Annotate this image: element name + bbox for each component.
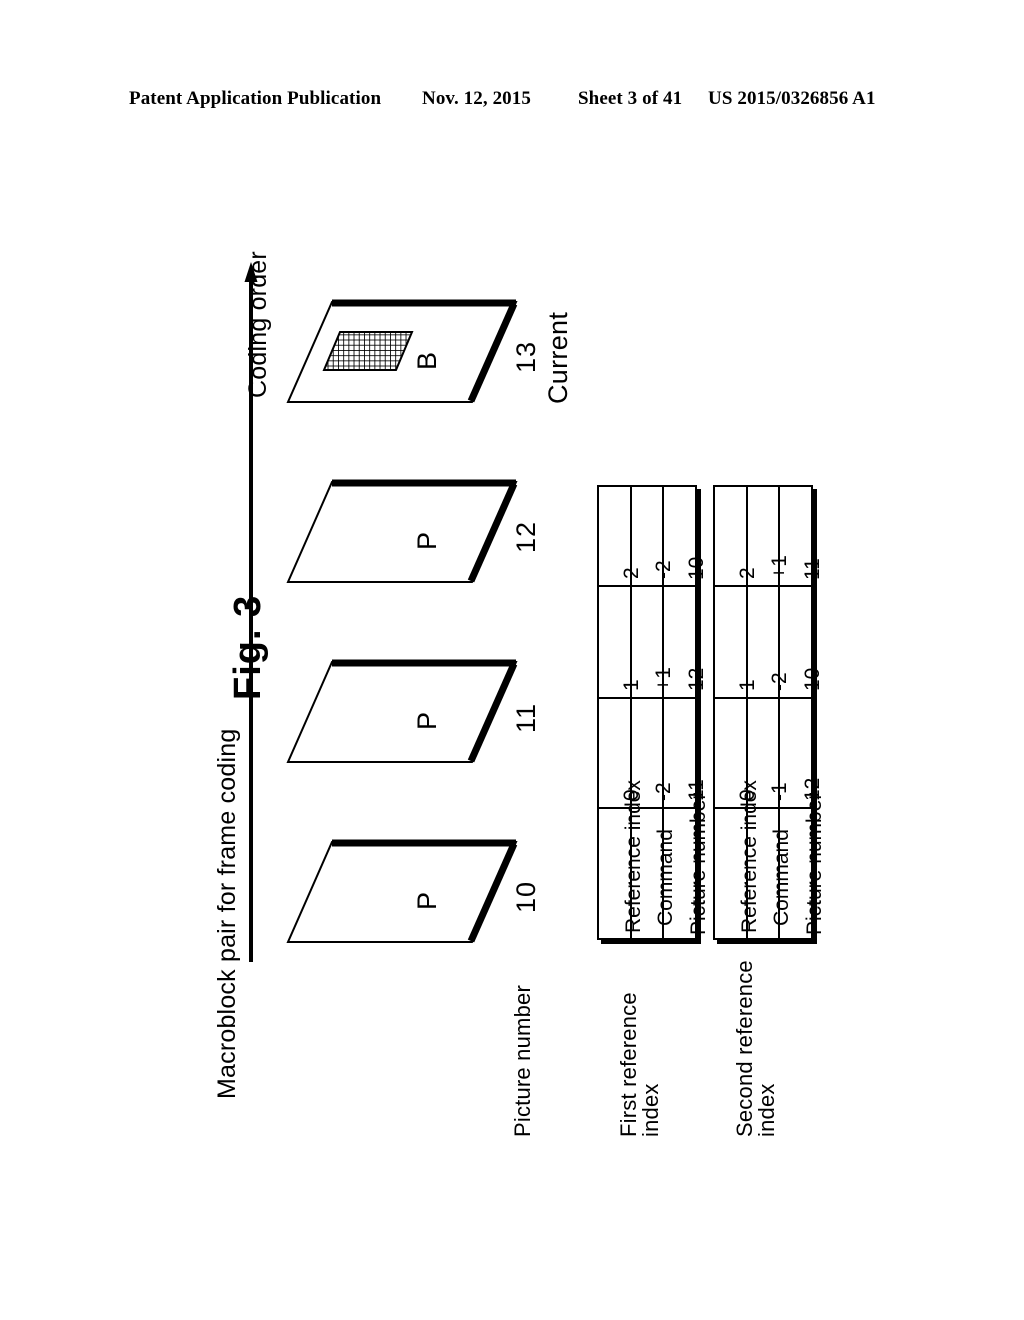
table-cell: +1 — [632, 587, 675, 699]
column-header: Picture number — [803, 792, 826, 935]
first-reference-index-label: First reference index — [616, 992, 663, 1137]
table-cell: 11 — [780, 487, 824, 587]
frame-letter-12: P — [412, 531, 442, 550]
table-cell: -1 — [748, 699, 791, 809]
table-cell: -2 — [632, 699, 675, 809]
frame-letter-13: B — [412, 351, 442, 370]
cell-value: 11 — [801, 558, 824, 580]
table-cell: +1 — [748, 487, 791, 587]
table-cell: 10 — [780, 587, 824, 699]
label-line-2: index — [754, 1083, 779, 1137]
table-header-cell: Command — [748, 809, 793, 938]
table-cell: 2 — [715, 487, 759, 587]
picture-number-11: 11 — [511, 702, 541, 733]
table-cell: -2 — [632, 487, 675, 587]
table-cell: 12 — [664, 587, 708, 699]
coding-order-arrow-icon — [244, 262, 258, 962]
frame-letter-10: P — [412, 891, 442, 910]
figure-caption: Macroblock pair for frame coding — [213, 728, 241, 1099]
table-header-cell: Command — [632, 809, 677, 938]
figure-drawing: Fig. 3 Macroblock pair for frame coding … — [0, 0, 1024, 1320]
table-row-command: +1 -2 -1 Command — [748, 487, 793, 938]
cell-value: 12 — [685, 667, 708, 691]
macroblock-pair-hatched-region — [322, 331, 414, 371]
first-reference-index-table: 2 1 0 Reference index -2 +1 -2 Command 1… — [597, 485, 710, 940]
table-header-cell: Reference index — [715, 780, 761, 938]
picture-current-label: Current — [543, 311, 573, 404]
picture-number-axis-label: Picture number — [510, 985, 535, 1137]
table-cell: -2 — [748, 587, 791, 699]
table-cell: 1 — [715, 587, 759, 699]
cell-value: 10 — [685, 556, 708, 580]
picture-number-13: 13 — [511, 340, 541, 373]
column-header: Picture number — [687, 792, 710, 935]
table-header-cell: Picture number — [780, 793, 826, 938]
frame-letter-11: P — [412, 711, 442, 730]
table-row-picture-number: 11 10 12 Picture number — [780, 487, 826, 938]
table-cell: 1 — [599, 587, 643, 699]
picture-frame-12: P — [286, 478, 518, 586]
table-header-cell: Reference index — [599, 780, 645, 938]
table-row-picture-number: 10 12 11 Picture number — [664, 487, 710, 938]
cell-value: 10 — [801, 667, 824, 691]
second-reference-index-label: Second reference index — [732, 960, 779, 1137]
table-row-command: -2 +1 -2 Command — [632, 487, 677, 938]
picture-number-10: 10 — [511, 880, 541, 913]
picture-number-12: 12 — [511, 520, 541, 553]
table-row-reference-index: 2 1 0 Reference index — [715, 487, 761, 938]
picture-frame-11: P — [286, 658, 518, 766]
picture-frame-10: P — [286, 838, 518, 946]
table-header-cell: Picture number — [664, 793, 710, 938]
table-cell: 10 — [664, 487, 708, 587]
picture-frame-13-current: B — [286, 298, 518, 406]
table-row-reference-index: 2 1 0 Reference index — [599, 487, 645, 938]
label-line-2: index — [638, 1083, 663, 1137]
second-reference-index-table: 2 1 0 Reference index +1 -2 -1 Command 1… — [713, 485, 826, 940]
table-cell: 2 — [599, 487, 643, 587]
